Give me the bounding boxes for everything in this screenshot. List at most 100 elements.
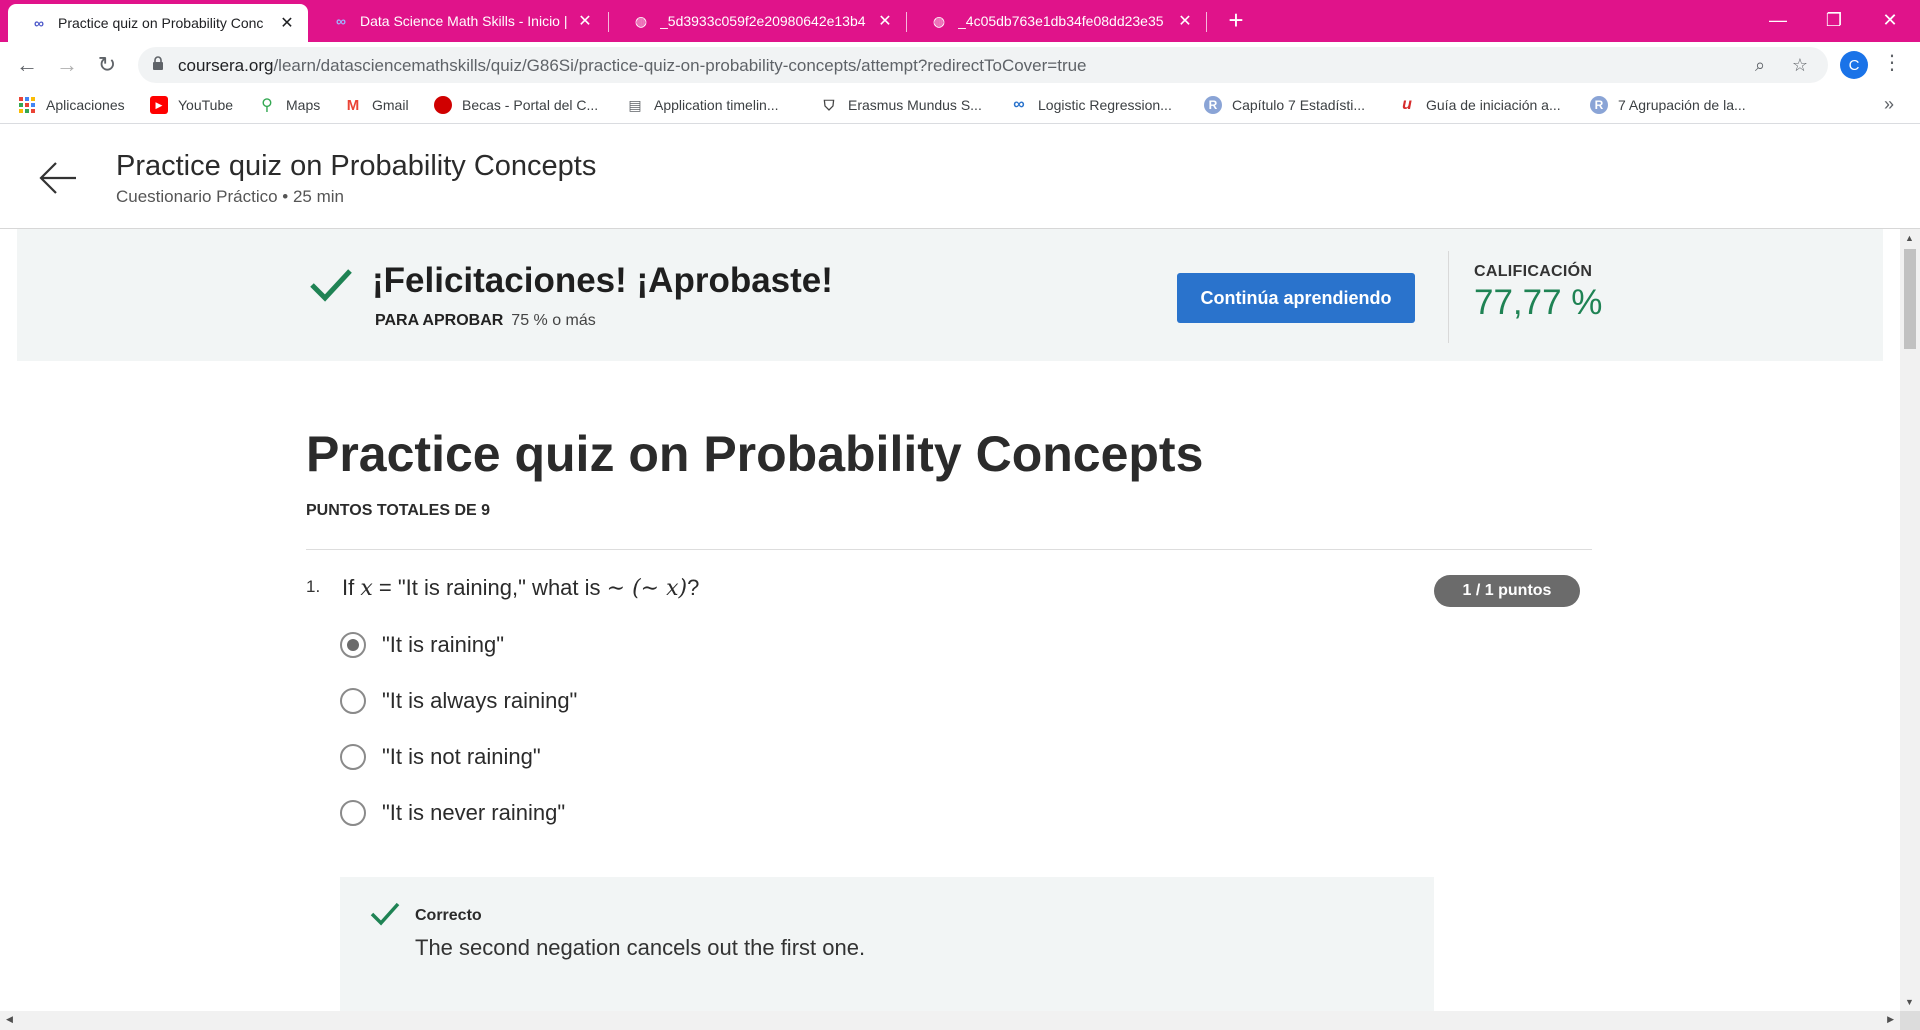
coursera-icon: ∞ — [336, 13, 346, 29]
feedback-text: The second negation cancels out the firs… — [415, 935, 866, 960]
globe-icon: ◍ — [634, 12, 648, 29]
bookmark-label: Aplicaciones — [46, 97, 125, 113]
new-tab-button[interactable]: + — [1222, 6, 1250, 34]
url-path: /learn/datasciencemathskills/quiz/G86Si/… — [273, 56, 1087, 75]
radio-icon[interactable] — [340, 744, 366, 770]
chevron-double-right-icon[interactable]: » — [1884, 94, 1894, 115]
tab-practice-quiz[interactable]: ∞ Practice quiz on Probability Conc ✕ — [8, 4, 308, 42]
bookmark-label: Logistic Regression... — [1038, 97, 1172, 113]
star-icon[interactable]: ☆ — [1788, 53, 1812, 77]
horizontal-scrollbar[interactable]: ◀ ▶ — [0, 1011, 1900, 1030]
address-bar[interactable]: coursera.org/learn/datasciencemathskills… — [138, 47, 1828, 83]
bookmark-youtube[interactable]: ▶ YouTube — [150, 96, 233, 114]
maps-pin-icon: ⚲ — [261, 97, 273, 114]
continue-learning-button[interactable]: Continúa aprendiendo — [1177, 273, 1415, 323]
restore-icon[interactable]: ❐ — [1806, 0, 1862, 40]
close-tab-icon[interactable]: ✕ — [576, 11, 594, 31]
zoom-icon[interactable]: ⌕ — [1748, 53, 1772, 77]
bookmark-becas[interactable]: Becas - Portal del C... — [434, 96, 598, 114]
tab-document-4c05[interactable]: ◍ _4c05db763e1db34fe08dd23e35 ✕ — [908, 0, 1206, 42]
answer-option[interactable]: "It is never raining" — [340, 800, 565, 826]
answer-option[interactable]: "It is always raining" — [340, 688, 577, 714]
back-arrow-icon[interactable] — [38, 161, 78, 195]
answer-option[interactable]: "It is not raining" — [340, 744, 541, 770]
url-host: coursera.org — [178, 56, 274, 75]
scroll-down-icon[interactable]: ▼ — [1905, 997, 1914, 1007]
bookmark-erasmus[interactable]: ⛉ Erasmus Mundus S... — [820, 96, 982, 114]
scroll-thumb[interactable] — [1904, 249, 1916, 349]
bookmark-maps[interactable]: ⚲ Maps — [258, 96, 320, 114]
tab-separator — [906, 12, 907, 32]
minimize-icon[interactable]: — — [1750, 0, 1806, 40]
divider — [1448, 251, 1449, 343]
r-circle-icon: R — [1590, 96, 1608, 114]
close-tab-icon[interactable]: ✕ — [1176, 11, 1194, 31]
bookmark-guia-iniciacion[interactable]: u Guía de iniciación a... — [1398, 96, 1561, 114]
feedback-label: Correcto — [415, 907, 482, 924]
forward-icon[interactable]: → — [52, 50, 82, 80]
browser-tab-strip: ∞ Practice quiz on Probability Conc ✕ ∞ … — [0, 0, 1920, 42]
scroll-right-icon[interactable]: ▶ — [1887, 1014, 1894, 1025]
tab-title: _5d3933c059f2e20980642e13b4 — [660, 13, 866, 29]
grade-label: CALIFICACIÓN — [1474, 263, 1593, 280]
check-icon — [370, 902, 400, 926]
tab-document-5d39[interactable]: ◍ _5d3933c059f2e20980642e13b4 ✕ — [610, 0, 906, 42]
answer-option[interactable]: "It is raining" — [340, 632, 504, 658]
grade-value: 77,77 % — [1474, 283, 1603, 322]
bookmark-label: Becas - Portal del C... — [462, 97, 599, 113]
page-subtitle: Cuestionario Práctico • 25 min — [116, 187, 344, 206]
radio-icon[interactable] — [340, 800, 366, 826]
shield-icon: ⛉ — [823, 96, 835, 113]
radio-selected-icon[interactable] — [340, 632, 366, 658]
result-headline: ¡Felicitaciones! ¡Aprobaste! — [372, 261, 833, 300]
profile-avatar[interactable]: C — [1840, 51, 1868, 79]
scroll-up-icon[interactable]: ▲ — [1905, 233, 1914, 243]
quiz-title: Practice quiz on Probability Concepts — [306, 426, 1204, 482]
close-window-icon[interactable]: ✕ — [1862, 0, 1918, 40]
bookmark-label: Guía de iniciación a... — [1426, 97, 1561, 113]
url-text: coursera.org/learn/datasciencemathskills… — [178, 56, 1087, 76]
coursera-icon: ∞ — [34, 15, 44, 31]
scroll-left-icon[interactable]: ◀ — [6, 1014, 13, 1025]
answer-label: "It is never raining" — [382, 800, 566, 825]
bookmark-label: Gmail — [372, 97, 409, 113]
tab-title: Practice quiz on Probability Conc — [58, 15, 264, 31]
bookmark-label: Application timelin... — [654, 97, 779, 113]
question-number: 1. — [306, 577, 321, 596]
answer-label: "It is always raining" — [382, 688, 578, 713]
answer-label: "It is raining" — [382, 632, 504, 657]
bookmark-application-timeline[interactable]: ▤ Application timelin... — [626, 96, 779, 114]
math-expression: ∼ (∼ x) — [606, 576, 688, 601]
close-tab-icon[interactable]: ✕ — [278, 13, 296, 33]
pass-label: PARA APROBAR — [375, 312, 504, 329]
tab-title: _4c05db763e1db34fe08dd23e35 — [958, 13, 1164, 29]
reload-icon[interactable]: ↻ — [92, 50, 122, 80]
bookmark-label: Capítulo 7 Estadísti... — [1232, 97, 1366, 113]
coursera-icon: ∞ — [1013, 96, 1025, 113]
document-icon: ▤ — [628, 96, 642, 113]
close-tab-icon[interactable]: ✕ — [876, 11, 894, 31]
menu-kebab-icon[interactable]: ⋮ — [1882, 50, 1902, 75]
tab-separator — [1206, 12, 1207, 32]
question-text-part: = "It is raining," what is — [372, 575, 607, 600]
bookmark-agrupacion[interactable]: R 7 Agrupación de la... — [1590, 96, 1746, 114]
gmail-icon: M — [346, 96, 360, 114]
math-variable: x — [360, 576, 373, 601]
vertical-scrollbar[interactable]: ▲ ▼ — [1900, 229, 1920, 1011]
bookmark-aplicaciones[interactable]: Aplicaciones — [18, 96, 125, 114]
u-logo-icon: u — [1402, 96, 1412, 113]
page-header: Practice quiz on Probability Concepts Cu… — [0, 125, 1920, 229]
bookmark-logistic-regression[interactable]: ∞ Logistic Regression... — [1010, 96, 1172, 114]
bookmark-capitulo-7[interactable]: R Capítulo 7 Estadísti... — [1204, 96, 1365, 114]
main-content: ¡Felicitaciones! ¡Aprobaste! PARA APROBA… — [0, 229, 1900, 1011]
result-banner: ¡Felicitaciones! ¡Aprobaste! PARA APROBA… — [17, 229, 1883, 361]
radio-icon[interactable] — [340, 688, 366, 714]
bookmark-label: 7 Agrupación de la... — [1618, 97, 1746, 113]
pass-value: 75 % o más — [511, 312, 596, 329]
tab-data-science-math[interactable]: ∞ Data Science Math Skills - Inicio | ✕ — [310, 0, 606, 42]
bookmark-gmail[interactable]: M Gmail — [344, 96, 409, 114]
youtube-icon: ▶ — [150, 96, 168, 114]
bookmark-label: Erasmus Mundus S... — [848, 97, 982, 113]
r-circle-icon: R — [1204, 96, 1222, 114]
back-icon[interactable]: ← — [12, 50, 42, 80]
